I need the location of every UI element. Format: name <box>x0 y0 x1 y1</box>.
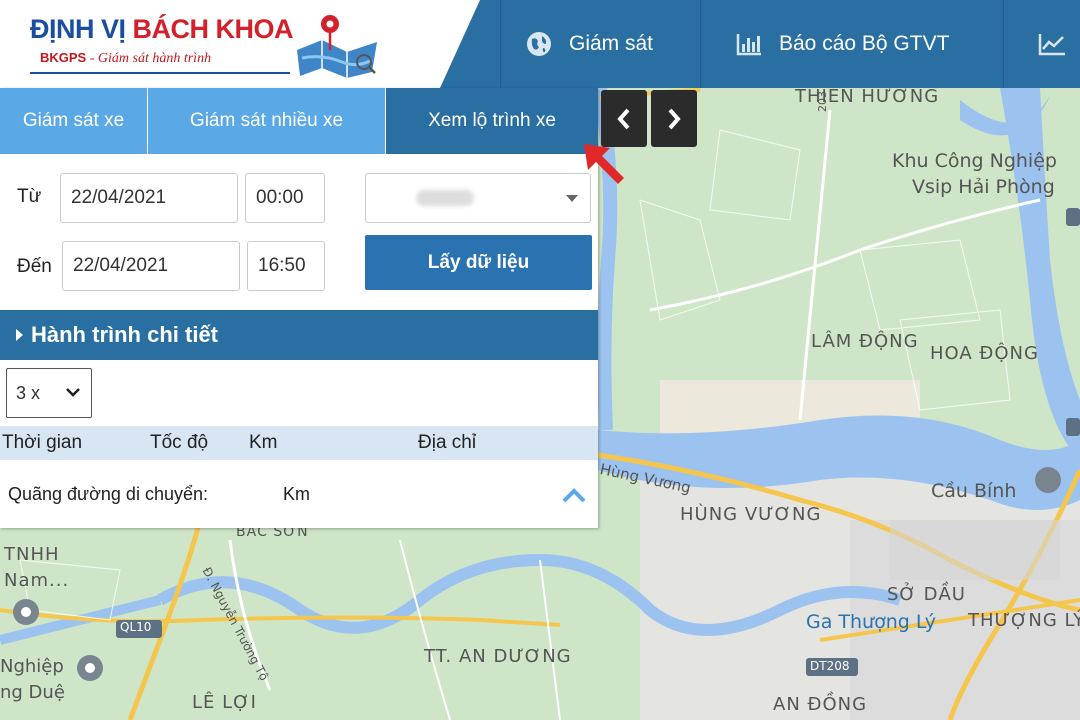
caret-right-icon <box>16 329 23 341</box>
chevron-up-icon[interactable] <box>561 486 587 504</box>
route-detail-header[interactable]: Hành trình chi tiết <box>0 310 598 360</box>
nav-ministry-report-label: Báo cáo Bộ GTVT <box>779 32 950 55</box>
nav-monitoring[interactable]: Giám sát <box>500 0 700 88</box>
tab-vehicle-monitoring[interactable]: Giám sát xe <box>0 88 148 154</box>
map-label: TNHH <box>4 544 60 565</box>
map-label: HOA ĐỘNG <box>930 343 1039 364</box>
column-km: Km <box>249 432 278 453</box>
map-label: Cầu Bính <box>931 480 1017 502</box>
fetch-data-button[interactable]: Lấy dữ liệu <box>365 235 592 290</box>
tab-bar: Giám sát xe Giám sát nhiều xe Xem lộ trì… <box>0 88 598 154</box>
column-address: Địa chỉ <box>418 432 477 453</box>
from-label: Từ <box>17 186 42 207</box>
column-time: Thời gian <box>2 432 83 453</box>
vehicle-plate-blurred <box>416 190 474 206</box>
map-label: ng Duệ <box>0 682 65 703</box>
tab-multi-vehicle-monitoring[interactable]: Giám sát nhiều xe <box>148 88 386 154</box>
nav-monitoring-label: Giám sát <box>569 32 654 55</box>
vehicle-select[interactable] <box>365 173 591 223</box>
to-date-input[interactable]: 22/04/2021 <box>62 241 240 291</box>
map-label: Khu Công Nghiệp <box>892 150 1057 172</box>
top-header: ĐỊNH VỊ BÁCH KHOA BKGPS - Giám sát hành … <box>0 0 1080 88</box>
logo-underline <box>30 72 290 74</box>
nav-statistics[interactable] <box>1003 0 1080 88</box>
logo[interactable]: ĐỊNH VỊ BÁCH KHOA BKGPS - Giám sát hành … <box>0 0 480 88</box>
map-label: THƯỢNG LÝ <box>968 610 1080 631</box>
map-label: LÂM ĐỘNG <box>811 331 919 352</box>
map-label: AN ĐỒNG <box>773 694 868 715</box>
distance-unit: Km <box>283 484 310 504</box>
caret-down-icon <box>566 195 578 202</box>
map-label: Nghiệp <box>0 656 64 677</box>
globe-icon <box>525 30 553 58</box>
chevron-down-icon <box>66 388 80 397</box>
tab-view-route[interactable]: Xem lộ trình xe <box>386 88 598 154</box>
map-label: TT. AN DƯƠNG <box>424 646 572 667</box>
route-table-header: Thời gian Tốc độ Km Địa chỉ <box>0 426 598 460</box>
road-shield-label: QL10 <box>120 620 152 634</box>
map-label: Vsip Hải Phòng <box>912 176 1055 198</box>
map-pin-icon <box>297 15 377 78</box>
map-label: SỞ DẦU <box>887 584 966 605</box>
line-chart-icon <box>1038 30 1066 58</box>
nav-ministry-report[interactable]: Báo cáo Bộ GTVT <box>700 0 1000 88</box>
playback-speed-select[interactable]: 3 x <box>6 368 92 418</box>
from-time-input[interactable]: 00:00 <box>245 173 325 223</box>
logo-tagline: BKGPS - Giám sát hành trình <box>40 50 212 66</box>
map-label: LÊ LỢI <box>192 692 257 713</box>
chevron-left-icon <box>617 108 630 129</box>
to-label: Đến <box>17 256 52 277</box>
map-label: Ga Thượng Lý <box>806 611 936 633</box>
column-speed: Tốc độ <box>150 432 209 453</box>
chevron-right-icon <box>668 108 681 129</box>
map-label: HÙNG VƯƠNG <box>680 504 822 525</box>
distance-label: Quãng đường di chuyển: <box>8 484 208 504</box>
road-number-label: 203 <box>816 91 829 112</box>
annotation-arrow-icon <box>584 144 624 184</box>
route-detail-title: Hành trình chi tiết <box>31 322 218 347</box>
route-panel: Giám sát xe Giám sát nhiều xe Xem lộ trì… <box>0 88 598 528</box>
to-time-input[interactable]: 16:50 <box>247 241 325 291</box>
expand-panel-button[interactable] <box>651 90 697 147</box>
road-shield-label: DT208 <box>810 659 850 673</box>
logo-title: ĐỊNH VỊ BÁCH KHOA <box>30 14 294 44</box>
map-label: Nam... <box>4 570 70 591</box>
bar-chart-icon <box>735 30 763 58</box>
from-date-input[interactable]: 22/04/2021 <box>60 173 238 223</box>
playback-speed-value: 3 x <box>16 382 41 403</box>
